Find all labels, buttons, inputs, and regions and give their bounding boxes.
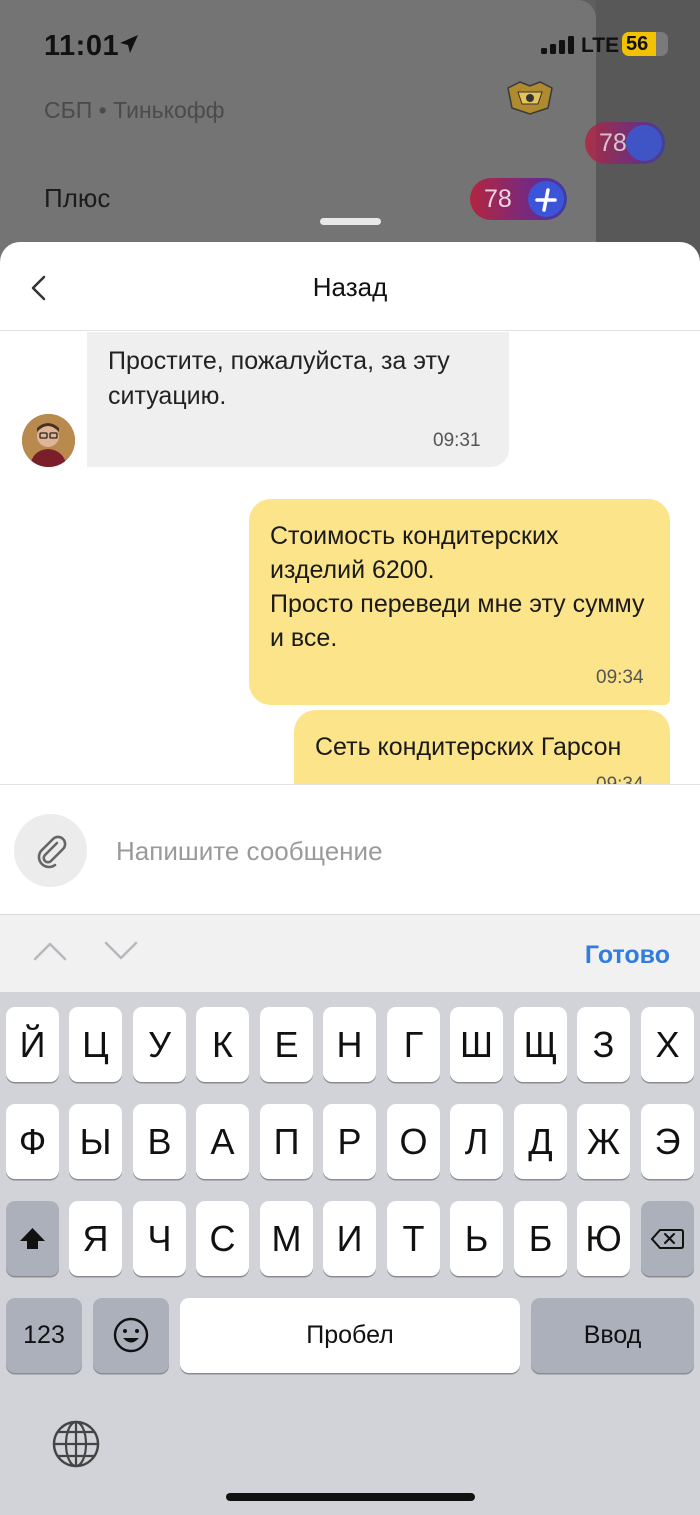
plus-icon <box>528 181 564 217</box>
key-letter[interactable]: Ж <box>577 1104 630 1179</box>
key-letter[interactable]: Ц <box>69 1007 122 1082</box>
sbp-bank-label: СБП • Тинькофф <box>44 97 225 123</box>
cellular-signal-icon <box>541 36 574 54</box>
message-incoming: Простите, пожалуйста, за эту ситуацию. 0… <box>87 332 509 467</box>
emoji-key[interactable] <box>93 1298 169 1373</box>
message-outgoing: Стоимость кондитерских изделий 6200. Про… <box>249 499 670 705</box>
message-time: 09:34 <box>596 774 644 784</box>
message-time: 09:34 <box>596 667 644 688</box>
home-indicator <box>226 1493 475 1501</box>
key-letter[interactable]: Щ <box>514 1007 567 1082</box>
key-letter[interactable]: Ю <box>577 1201 630 1276</box>
chat-header: Назад <box>0 242 700 331</box>
key-letter[interactable]: Ь <box>450 1201 503 1276</box>
paperclip-icon <box>37 835 67 869</box>
message-list[interactable]: Простите, пожалуйста, за эту ситуацию. 0… <box>0 332 700 784</box>
key-letter[interactable]: Я <box>69 1201 122 1276</box>
keyboard: Й Ц У К Е Н Г Ш Щ З Х Ф Ы В А П Р О Л Д … <box>0 992 700 1515</box>
key-letter[interactable]: И <box>323 1201 376 1276</box>
plus-label: Плюс <box>44 183 111 213</box>
plus-points-badge-secondary: 78 <box>585 122 665 164</box>
plus-icon <box>626 125 662 161</box>
key-letter[interactable]: Б <box>514 1201 567 1276</box>
key-letter[interactable]: В <box>133 1104 186 1179</box>
backspace-icon <box>650 1229 684 1249</box>
key-letter[interactable]: А <box>196 1104 249 1179</box>
message-input[interactable] <box>116 833 676 869</box>
message-text: Стоимость кондитерских изделий 6200. Про… <box>270 522 645 652</box>
key-letter[interactable]: Ы <box>69 1104 122 1179</box>
key-letter[interactable]: Л <box>450 1104 503 1179</box>
message-text: Простите, пожалуйста, за эту ситуацию. <box>108 347 450 410</box>
key-letter[interactable]: Г <box>387 1007 440 1082</box>
key-letter[interactable]: Ф <box>6 1104 59 1179</box>
key-letter[interactable]: П <box>260 1104 313 1179</box>
key-letter[interactable]: Ч <box>133 1201 186 1276</box>
key-letter[interactable]: Т <box>387 1201 440 1276</box>
keyboard-accessory-bar: Готово <box>0 914 700 992</box>
key-letter[interactable]: Х <box>641 1007 694 1082</box>
key-letter[interactable]: М <box>260 1201 313 1276</box>
key-letter[interactable]: Д <box>514 1104 567 1179</box>
message-outgoing: Сеть кондитерских Гарсон 09:34 <box>294 710 670 784</box>
key-letter[interactable]: О <box>387 1104 440 1179</box>
avatar[interactable] <box>22 414 75 467</box>
message-time: 09:31 <box>433 430 481 451</box>
key-letter[interactable]: Э <box>641 1104 694 1179</box>
backspace-key[interactable] <box>641 1201 694 1276</box>
key-letter[interactable]: К <box>196 1007 249 1082</box>
key-letter[interactable]: Е <box>260 1007 313 1082</box>
key-letter[interactable]: У <box>133 1007 186 1082</box>
key-letter[interactable]: Й <box>6 1007 59 1082</box>
status-bar: 11:01 LTE 56 <box>0 0 700 90</box>
done-button[interactable]: Готово <box>585 941 670 970</box>
numbers-key[interactable]: 123 <box>6 1298 82 1373</box>
message-composer <box>0 784 700 914</box>
chevron-down-icon[interactable] <box>104 941 138 961</box>
message-text: Сеть кондитерских Гарсон <box>315 733 622 761</box>
attach-button[interactable] <box>14 814 87 887</box>
battery-icon: 56 <box>622 32 668 56</box>
key-letter[interactable]: Р <box>323 1104 376 1179</box>
status-time: 11:01 <box>44 30 120 62</box>
emoji-icon <box>113 1317 149 1353</box>
key-letter[interactable]: Н <box>323 1007 376 1082</box>
key-letter[interactable]: С <box>196 1201 249 1276</box>
shift-key[interactable] <box>6 1201 59 1276</box>
return-key[interactable]: Ввод <box>531 1298 694 1373</box>
location-arrow-icon <box>120 35 138 53</box>
plus-points-badge: 78 <box>470 178 567 220</box>
key-letter[interactable]: Ш <box>450 1007 503 1082</box>
key-letter[interactable]: З <box>577 1007 630 1082</box>
shift-arrow-icon <box>20 1228 45 1249</box>
sheet-grabber[interactable] <box>320 218 381 225</box>
globe-icon[interactable] <box>51 1419 101 1469</box>
chevron-up-icon[interactable] <box>33 941 67 961</box>
space-key[interactable]: Пробел <box>180 1298 520 1373</box>
network-type: LTE <box>581 34 620 57</box>
back-title[interactable]: Назад <box>0 272 700 303</box>
battery-level: 56 <box>626 33 649 55</box>
